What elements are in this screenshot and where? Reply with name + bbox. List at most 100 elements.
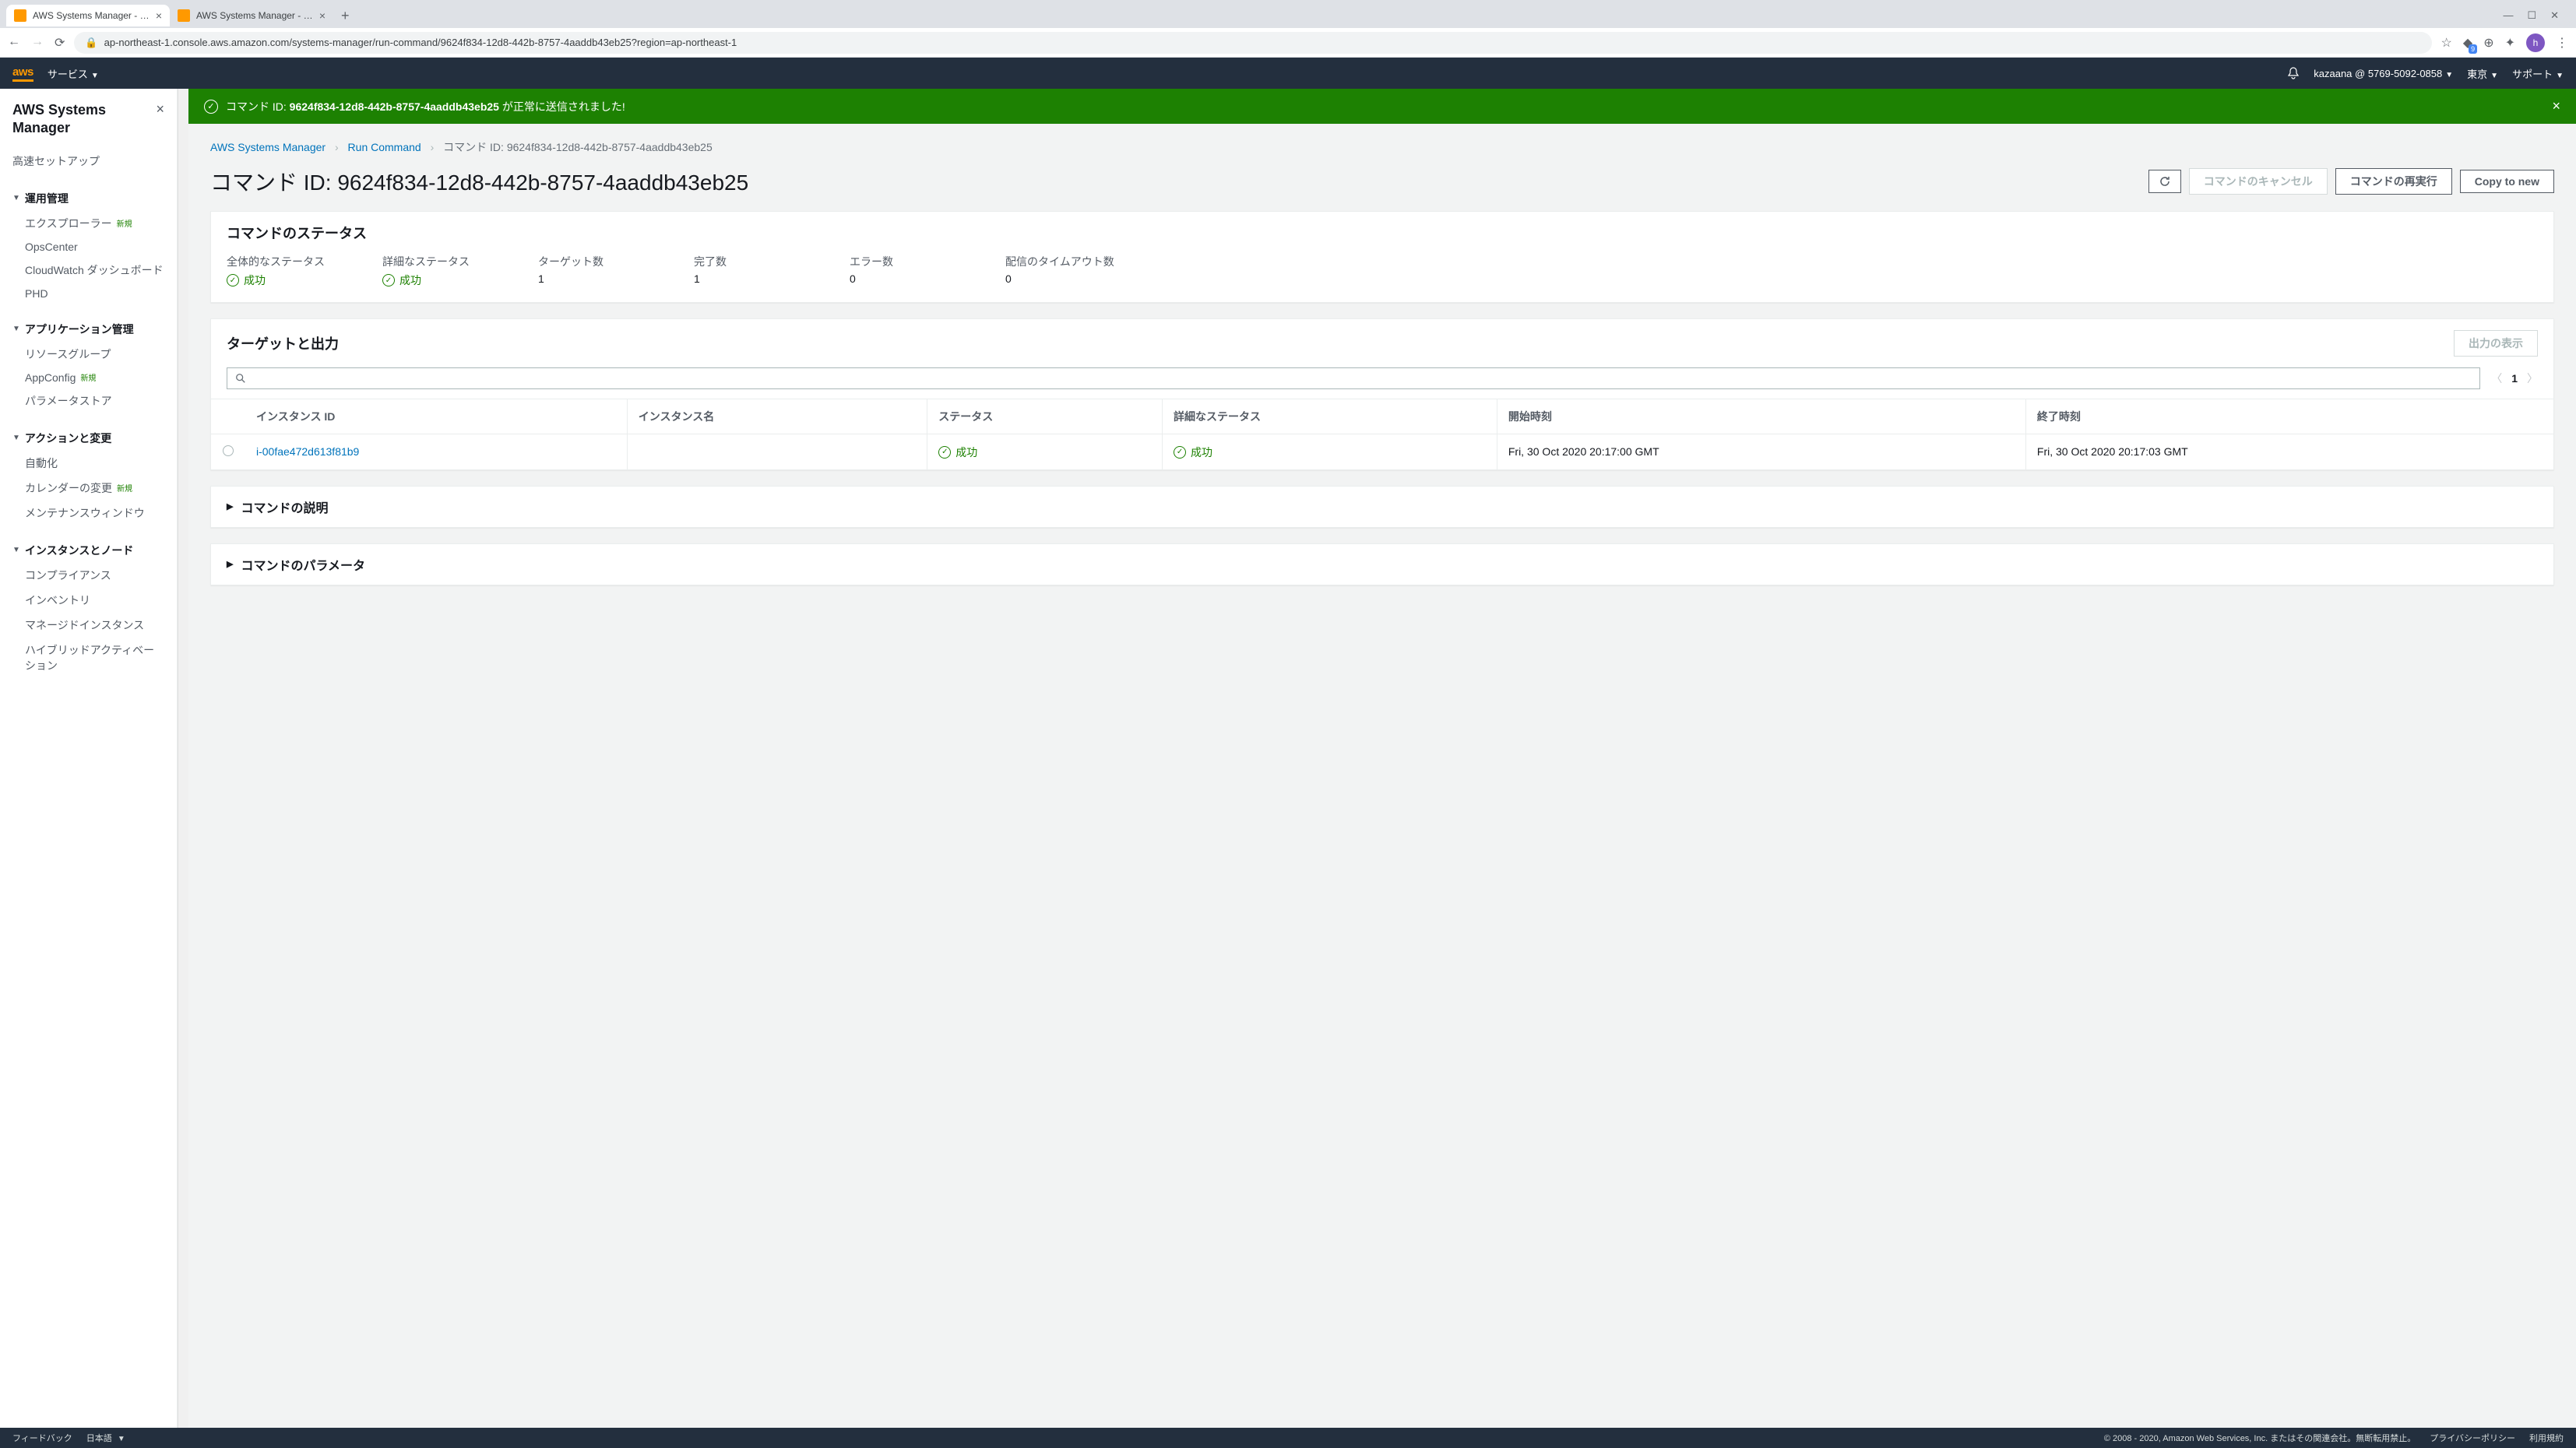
command-parameters-panel[interactable]: ▶コマンドのパラメータ xyxy=(210,543,2554,585)
browser-chrome: AWS Systems Manager - Run Co × AWS Syste… xyxy=(0,0,2576,58)
sidebar: AWS Systems Manager × 高速セットアップ ▼運用管理 エクス… xyxy=(0,89,178,1428)
tab-title: AWS Systems Manager - Sessio xyxy=(196,10,313,21)
rerun-command-button[interactable]: コマンドの再実行 xyxy=(2335,168,2452,195)
sidebar-item-opscenter[interactable]: OpsCenter xyxy=(0,236,177,258)
url-text: ap-northeast-1.console.aws.amazon.com/sy… xyxy=(104,37,737,48)
profile-avatar[interactable]: h xyxy=(2526,33,2545,52)
account-menu[interactable]: kazaana @ 5769-5092-0858▼ xyxy=(2314,68,2453,79)
sidebar-item-parameter-store[interactable]: パラメータストア xyxy=(0,388,177,413)
search-input[interactable] xyxy=(227,367,2480,389)
refresh-button[interactable] xyxy=(2148,170,2181,193)
table-row[interactable]: i-00fae472d613f81b9 ✓成功 ✓成功 Fri, 30 Oct … xyxy=(211,434,2553,469)
language-menu[interactable]: 日本語 ▼ xyxy=(86,1432,125,1444)
sidebar-item-appconfig[interactable]: AppConfig新規 xyxy=(0,367,177,388)
bell-icon[interactable] xyxy=(2287,67,2300,79)
terms-link[interactable]: 利用規約 xyxy=(2529,1432,2564,1444)
feedback-link[interactable]: フィードバック xyxy=(12,1432,72,1444)
sidebar-item-hybrid-activations[interactable]: ハイブリッドアクティベーション xyxy=(0,638,177,678)
extensions-icon[interactable]: ✦ xyxy=(2505,35,2515,51)
instance-id-link[interactable]: i-00fae472d613f81b9 xyxy=(256,445,359,458)
support-menu[interactable]: サポート▼ xyxy=(2512,66,2564,81)
alert-text: コマンド ID: 9624f834-12d8-442b-8757-4aaddb4… xyxy=(226,99,625,114)
copy-to-new-button[interactable]: Copy to new xyxy=(2460,170,2554,193)
stat-timeout-count: 配信のタイムアウト数 0 xyxy=(1005,254,1114,288)
cell-end-time: Fri, 30 Oct 2020 20:17:03 GMT xyxy=(2025,434,2553,469)
cell-instance-name xyxy=(627,434,927,469)
view-output-button: 出力の表示 xyxy=(2454,330,2538,357)
browser-tab[interactable]: AWS Systems Manager - Run Co × xyxy=(6,5,170,26)
next-page-icon[interactable]: 〉 xyxy=(2527,371,2538,386)
breadcrumb-link[interactable]: Run Command xyxy=(348,141,421,153)
sidebar-item-compliance[interactable]: コンプライアンス xyxy=(0,563,177,588)
aws-logo[interactable]: aws xyxy=(12,65,33,82)
sidebar-item-phd[interactable]: PHD xyxy=(0,283,177,304)
sidebar-item-maintenance-windows[interactable]: メンテナンスウィンドウ xyxy=(0,501,177,525)
chevron-down-icon: ▼ xyxy=(12,546,20,554)
stat-target-count: ターゲット数 1 xyxy=(538,254,647,288)
command-status-panel: コマンドのステータス 全体的なステータス ✓成功 詳細なステータス ✓成功 ター… xyxy=(210,211,2554,303)
region-menu[interactable]: 東京▼ xyxy=(2467,66,2498,81)
success-alert: ✓ コマンド ID: 9624f834-12d8-442b-8757-4aadd… xyxy=(188,89,2576,124)
sidebar-item-change-calendar[interactable]: カレンダーの変更新規 xyxy=(0,476,177,501)
reload-icon[interactable]: ⟳ xyxy=(55,35,65,51)
sidebar-item-quick-setup[interactable]: 高速セットアップ xyxy=(0,146,177,180)
scrollbar[interactable] xyxy=(178,89,188,1428)
sidebar-item-managed-instances[interactable]: マネージドインスタンス xyxy=(0,613,177,638)
sidebar-item-cloudwatch[interactable]: CloudWatch ダッシュボード xyxy=(0,258,177,283)
extension-icon[interactable]: ⊕ xyxy=(2483,35,2493,51)
page-title: コマンド ID: 9624f834-12d8-442b-8757-4aaddb4… xyxy=(210,166,2141,197)
column-header[interactable]: 詳細なステータス xyxy=(1163,399,1497,434)
check-circle-icon: ✓ xyxy=(1174,446,1186,459)
column-header[interactable]: 終了時刻 xyxy=(2025,399,2553,434)
search-icon xyxy=(235,373,246,384)
services-menu[interactable]: サービス▼ xyxy=(48,66,99,81)
column-header[interactable]: 開始時刻 xyxy=(1497,399,2025,434)
close-icon[interactable]: × xyxy=(156,101,164,118)
back-icon[interactable]: ← xyxy=(8,35,20,51)
copyright-text: © 2008 - 2020, Amazon Web Services, Inc.… xyxy=(2104,1432,2416,1444)
check-circle-icon: ✓ xyxy=(204,100,218,114)
sidebar-item-inventory[interactable]: インベントリ xyxy=(0,588,177,613)
sidebar-section-application[interactable]: ▼アプリケーション管理 xyxy=(0,317,177,342)
close-window-icon[interactable]: ✕ xyxy=(2550,9,2559,22)
close-icon[interactable]: × xyxy=(319,9,326,22)
breadcrumb: AWS Systems Manager › Run Command › コマンド… xyxy=(210,139,2554,155)
aws-top-nav: aws サービス▼ kazaana @ 5769-5092-0858▼ 東京▼ … xyxy=(0,58,2576,89)
forward-icon[interactable]: → xyxy=(31,35,44,51)
minimize-icon[interactable]: — xyxy=(2503,9,2513,22)
triangle-right-icon: ▶ xyxy=(227,559,233,569)
close-icon[interactable]: × xyxy=(2552,98,2560,114)
stat-detailed-status: 詳細なステータス ✓成功 xyxy=(382,254,491,288)
sidebar-section-actions[interactable]: ▼アクションと変更 xyxy=(0,426,177,451)
maximize-icon[interactable]: ☐ xyxy=(2527,9,2536,22)
sidebar-section-instances[interactable]: ▼インスタンスとノード xyxy=(0,538,177,563)
stat-overall-status: 全体的なステータス ✓成功 xyxy=(227,254,336,288)
column-header[interactable]: インスタンス ID xyxy=(245,399,627,434)
stat-error-count: エラー数 0 xyxy=(850,254,959,288)
panel-title: ターゲットと出力 xyxy=(227,333,339,353)
menu-icon[interactable]: ⋮ xyxy=(2556,35,2568,51)
check-circle-icon: ✓ xyxy=(382,274,395,286)
breadcrumb-link[interactable]: AWS Systems Manager xyxy=(210,141,326,153)
sidebar-item-resource-groups[interactable]: リソースグループ xyxy=(0,342,177,367)
sidebar-title: AWS Systems Manager xyxy=(12,101,156,138)
sidebar-item-explorer[interactable]: エクスプローラー新規 xyxy=(0,211,177,236)
new-tab-button[interactable]: + xyxy=(333,5,357,27)
check-circle-icon: ✓ xyxy=(227,274,239,286)
prev-page-icon[interactable]: 〈 xyxy=(2491,371,2502,386)
close-icon[interactable]: × xyxy=(156,9,162,22)
star-icon[interactable]: ☆ xyxy=(2441,35,2452,51)
column-header[interactable]: ステータス xyxy=(927,399,1163,434)
sidebar-section-operations[interactable]: ▼運用管理 xyxy=(0,186,177,211)
triangle-right-icon: ▶ xyxy=(227,501,233,511)
column-header[interactable]: インスタンス名 xyxy=(627,399,927,434)
check-circle-icon: ✓ xyxy=(938,446,951,459)
extension-icon[interactable]: ◆9 xyxy=(2463,35,2472,51)
aws-favicon xyxy=(14,9,26,22)
privacy-link[interactable]: プライバシーポリシー xyxy=(2430,1432,2515,1444)
browser-tab[interactable]: AWS Systems Manager - Sessio × xyxy=(170,5,333,26)
radio-select[interactable] xyxy=(223,445,234,456)
url-input[interactable]: 🔒 ap-northeast-1.console.aws.amazon.com/… xyxy=(74,32,2431,54)
sidebar-item-automation[interactable]: 自動化 xyxy=(0,451,177,476)
command-description-panel[interactable]: ▶コマンドの説明 xyxy=(210,486,2554,528)
